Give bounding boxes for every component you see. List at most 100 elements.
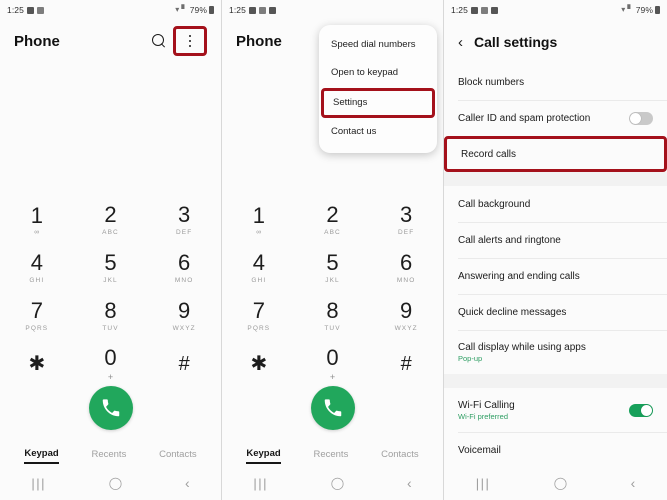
tab-keypad[interactable]: Keypad xyxy=(24,448,59,464)
app-icon xyxy=(268,6,276,14)
settings-row-block-numbers[interactable]: Block numbers xyxy=(444,64,667,100)
app-header: Phone xyxy=(0,20,221,62)
caller-id-toggle[interactable] xyxy=(629,111,653,125)
dialpad-key-hash[interactable]: # xyxy=(369,340,443,388)
back-chevron-icon[interactable]: ‹ xyxy=(458,35,463,50)
row-label: Call alerts and ringtone xyxy=(458,234,561,246)
settings-row-call-background[interactable]: Call background xyxy=(444,186,667,222)
dialpad-key-1[interactable]: 1 ∞ xyxy=(222,196,296,244)
recent-apps-icon[interactable]: ||| xyxy=(31,477,46,490)
key-letters: JKL xyxy=(325,277,340,284)
battery-percent: 79% xyxy=(635,5,653,15)
key-digit: ✱ xyxy=(250,353,268,375)
settings-row-answering-ending[interactable]: Answering and ending calls xyxy=(444,258,667,294)
dialpad-key-1[interactable]: 1 ∞ xyxy=(0,196,74,244)
recent-apps-icon[interactable]: ||| xyxy=(476,477,491,490)
tab-keypad[interactable]: Keypad xyxy=(246,448,281,464)
voicemail-icon: ∞ xyxy=(34,228,40,236)
dialpad-key-0[interactable]: 0 + xyxy=(74,340,148,388)
settings-header: ‹ Call settings xyxy=(444,20,667,64)
page-title: Phone xyxy=(236,32,282,50)
key-letters: WXYZ xyxy=(394,325,418,332)
dialpad-key-9[interactable]: 9 WXYZ xyxy=(147,292,221,340)
back-icon[interactable]: ‹ xyxy=(631,476,636,490)
section-divider xyxy=(444,374,667,388)
status-bar-right: ▾ ▘ 79% xyxy=(175,5,214,15)
home-icon[interactable]: ◯ xyxy=(109,477,122,489)
home-icon[interactable]: ◯ xyxy=(554,477,567,489)
settings-row-voicemail[interactable]: Voicemail xyxy=(444,432,667,468)
wifi-calling-toggle[interactable] xyxy=(629,403,653,417)
dialpad-key-6[interactable]: 6 MNO xyxy=(147,244,221,292)
status-time: 1:25 xyxy=(7,5,24,15)
menu-item-open-to-keypad[interactable]: Open to keypad xyxy=(319,59,437,87)
menu-item-settings[interactable]: Settings xyxy=(321,87,435,119)
key-digit: 7 xyxy=(252,298,265,323)
key-digit: 2 xyxy=(104,202,117,227)
dialpad-key-0[interactable]: 0 + xyxy=(296,340,370,388)
status-bar-left: 1:25 xyxy=(7,5,44,15)
phone-handset-icon xyxy=(324,399,341,417)
row-label: Call display while using apps xyxy=(458,341,586,353)
dialpad-key-3[interactable]: 3 DEF xyxy=(147,196,221,244)
status-bar-right: ▾ ▘ 79% xyxy=(621,5,660,15)
dialpad-key-7[interactable]: 7 PQRS xyxy=(222,292,296,340)
page-title: Phone xyxy=(14,32,60,50)
settings-row-caller-id[interactable]: Caller ID and spam protection xyxy=(444,100,667,136)
key-digit: 7 xyxy=(30,298,43,323)
back-icon[interactable]: ‹ xyxy=(185,476,190,490)
dialpad-key-4[interactable]: 4 GHI xyxy=(0,244,74,292)
dialpad-key-2[interactable]: 2 ABC xyxy=(296,196,370,244)
settings-row-call-display[interactable]: Call display while using apps Pop-up xyxy=(444,330,667,374)
dialpad-key-7[interactable]: 7 PQRS xyxy=(0,292,74,340)
row-text: Call display while using apps Pop-up xyxy=(458,342,586,363)
back-icon[interactable]: ‹ xyxy=(407,476,412,490)
settings-row-call-alerts[interactable]: Call alerts and ringtone xyxy=(444,222,667,258)
home-icon[interactable]: ◯ xyxy=(331,477,344,489)
voicemail-icon: ∞ xyxy=(256,228,262,236)
overflow-menu-highlight xyxy=(173,26,207,56)
key-letters: PQRS xyxy=(247,325,271,332)
status-bar-left: 1:25 xyxy=(451,5,498,15)
search-icon[interactable] xyxy=(151,33,167,49)
tab-recents[interactable]: Recents xyxy=(313,449,348,463)
dialpad-key-5[interactable]: 5 JKL xyxy=(296,244,370,292)
status-time: 1:25 xyxy=(229,5,246,15)
dialpad-key-6[interactable]: 6 MNO xyxy=(369,244,443,292)
dialpad-key-5[interactable]: 5 JKL xyxy=(74,244,148,292)
dialpad-key-hash[interactable]: # xyxy=(147,340,221,388)
key-letters: MNO xyxy=(396,277,416,284)
settings-row-wifi-calling[interactable]: Wi-Fi Calling Wi-Fi preferred xyxy=(444,388,667,432)
tab-recents[interactable]: Recents xyxy=(91,449,126,463)
row-label: Voicemail xyxy=(458,444,501,456)
tab-contacts[interactable]: Contacts xyxy=(159,449,197,463)
tab-contacts[interactable]: Contacts xyxy=(381,449,419,463)
dialpad-key-8[interactable]: 8 TUV xyxy=(74,292,148,340)
row-label: Caller ID and spam protection xyxy=(458,112,591,124)
dialpad-key-star[interactable]: ✱ xyxy=(222,340,296,388)
dialpad-key-4[interactable]: 4 GHI xyxy=(222,244,296,292)
phone-app-panel: 1:25 ▾ ▘ 79% Phone 1 ∞ 2 ABC 3 DEF 4 GHI… xyxy=(0,0,222,500)
key-letters: GHI xyxy=(251,277,267,284)
dialpad-key-8[interactable]: 8 TUV xyxy=(296,292,370,340)
call-button[interactable] xyxy=(88,386,133,430)
row-label: Quick decline messages xyxy=(458,306,567,318)
dialpad-key-2[interactable]: 2 ABC xyxy=(74,196,148,244)
key-digit: 6 xyxy=(178,250,191,275)
key-letters: DEF xyxy=(398,229,415,236)
settings-row-record-calls[interactable]: Record calls xyxy=(444,136,667,172)
header-actions xyxy=(151,26,207,56)
key-digit: 6 xyxy=(400,250,413,275)
settings-row-quick-decline[interactable]: Quick decline messages xyxy=(444,294,667,330)
dialpad-key-3[interactable]: 3 DEF xyxy=(369,196,443,244)
dialpad-key-9[interactable]: 9 WXYZ xyxy=(369,292,443,340)
overflow-menu-dropdown: Speed dial numbers Open to keypad Settin… xyxy=(319,25,437,153)
dialpad-key-star[interactable]: ✱ xyxy=(0,340,74,388)
call-button[interactable] xyxy=(310,386,355,430)
menu-item-contact-us[interactable]: Contact us xyxy=(319,118,437,146)
menu-item-speed-dial[interactable]: Speed dial numbers xyxy=(319,31,437,59)
key-digit: 9 xyxy=(178,298,191,323)
overflow-menu-icon[interactable] xyxy=(182,31,198,51)
recent-apps-icon[interactable]: ||| xyxy=(253,477,268,490)
key-digit: 1 xyxy=(252,202,265,228)
